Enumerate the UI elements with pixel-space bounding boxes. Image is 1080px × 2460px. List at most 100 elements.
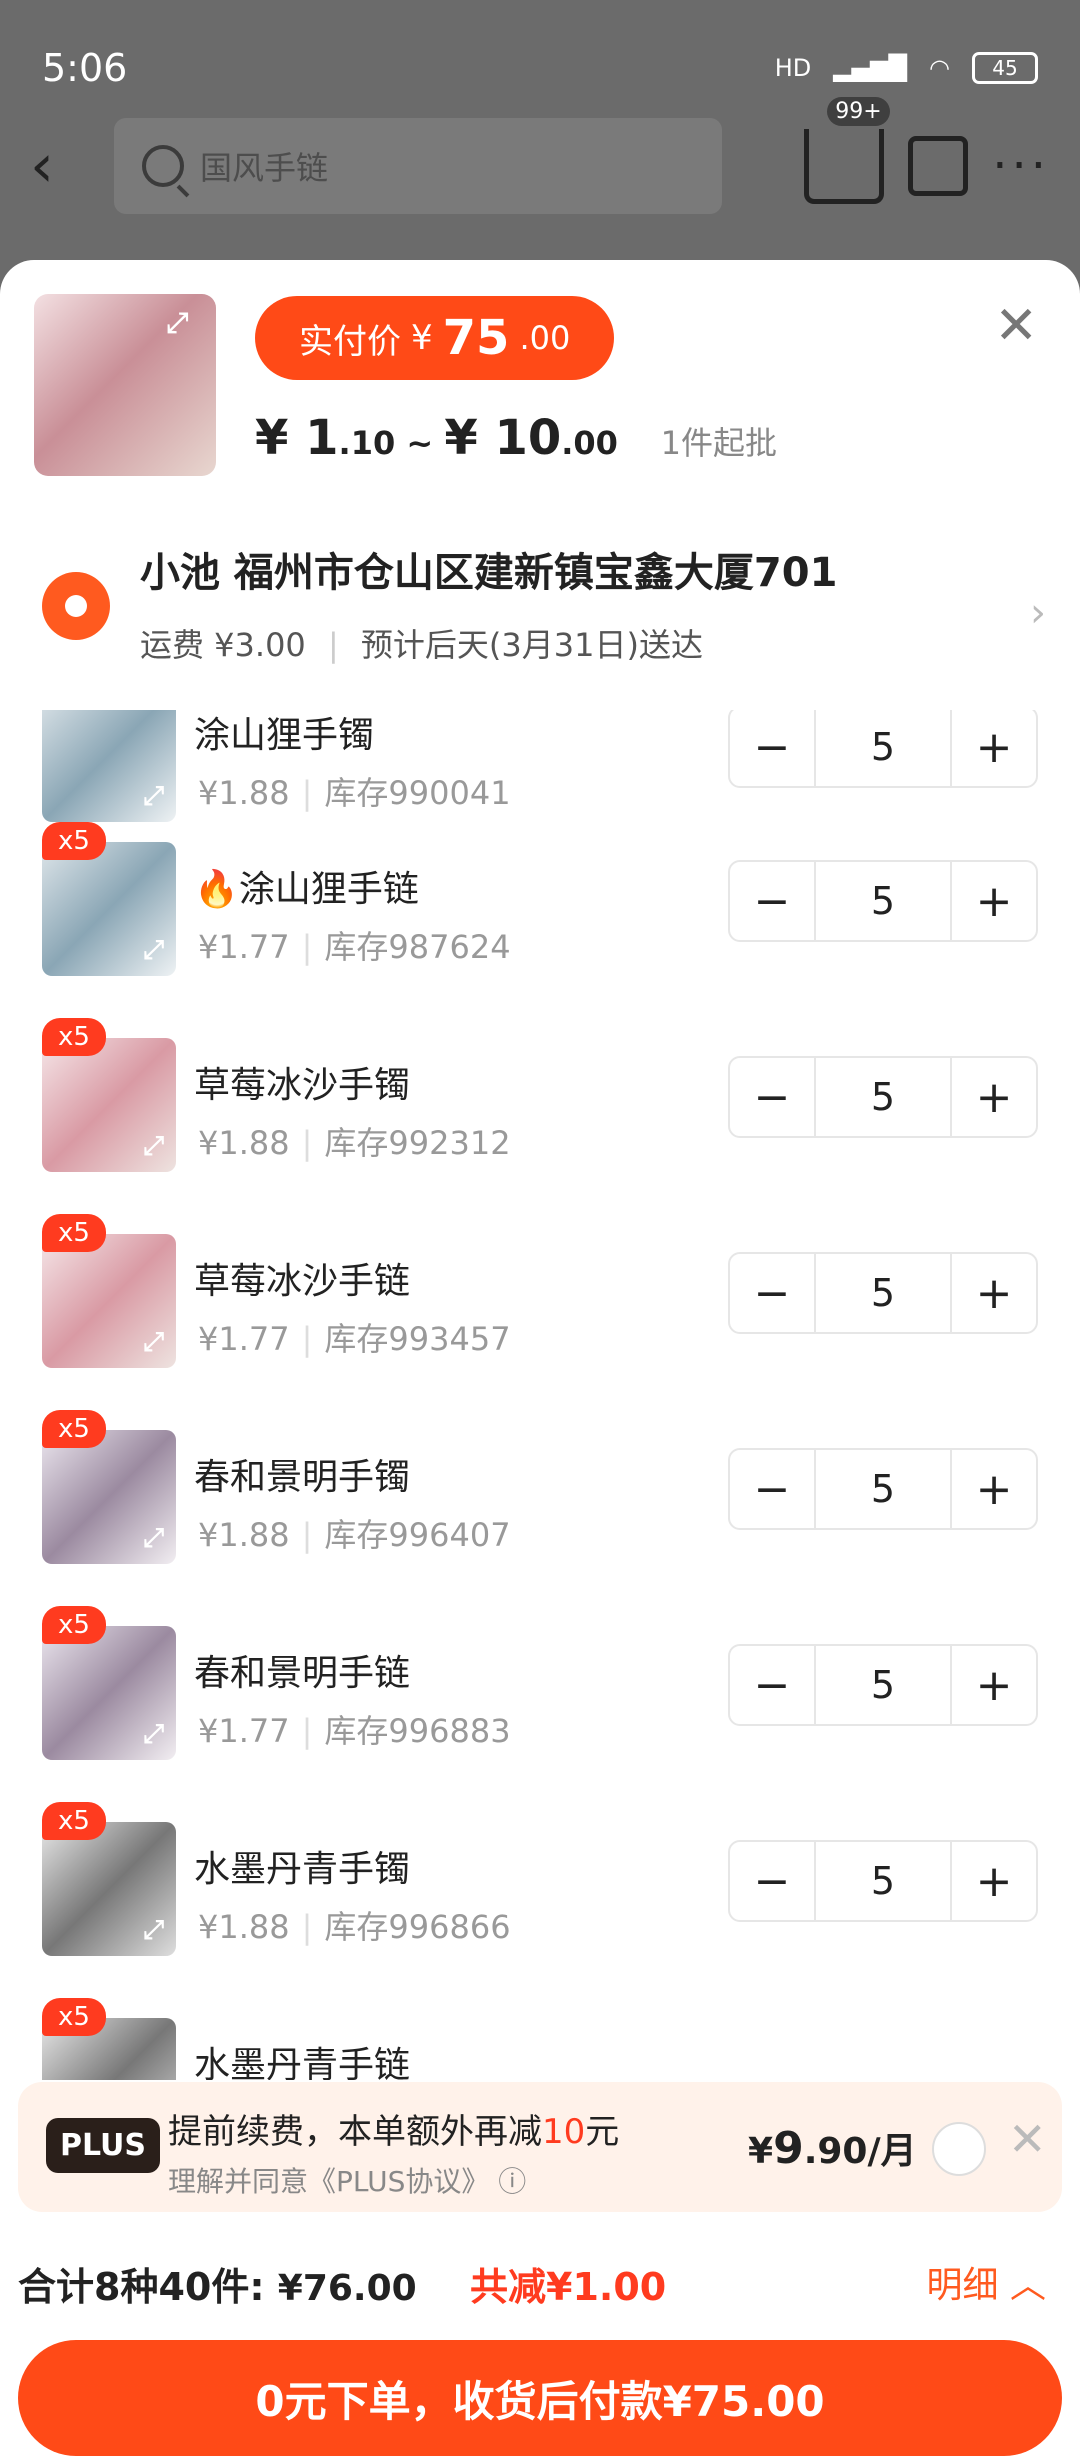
- quantity-badge: x5: [42, 1018, 106, 1056]
- chevron-up-icon[interactable]: ︿: [1010, 2265, 1046, 2306]
- quantity-value[interactable]: 5: [814, 1842, 952, 1920]
- cart-badge: 99+: [827, 96, 890, 126]
- order-summary: 合计8种40件: ¥76.00 共减¥1.00 明细 ︿: [0, 2220, 1080, 2340]
- plus-amount: 10: [542, 2112, 586, 2152]
- decrement-button[interactable]: −: [730, 862, 814, 940]
- quantity-stepper: − 5 +: [728, 860, 1038, 942]
- increment-button[interactable]: +: [952, 1842, 1036, 1920]
- detail-button[interactable]: 明细: [927, 2265, 999, 2306]
- sku-name: 春和景明手镯: [194, 1457, 411, 1498]
- sku-name: 草莓冰沙手链: [194, 1261, 411, 1302]
- sheet-header: ⤢ 实付价 ¥ 75.00 ¥ 1.10 ~ ¥ 10.00 1件起批 ✕: [0, 260, 1080, 510]
- sku-price: ¥1.88: [198, 1516, 290, 1554]
- expand-icon: ⤢: [143, 1131, 164, 1161]
- wifi-icon: ◠: [929, 54, 950, 82]
- cart-icon[interactable]: 99+: [804, 96, 890, 204]
- decrement-button[interactable]: −: [730, 710, 814, 786]
- expand-icon: ⤢: [143, 1523, 164, 1553]
- quantity-stepper: − 5 +: [728, 1644, 1038, 1726]
- decrement-button[interactable]: −: [730, 1646, 814, 1724]
- increment-button[interactable]: +: [952, 1058, 1036, 1136]
- more-icon[interactable]: ···: [992, 138, 1050, 194]
- discount-total: 共减¥1.00: [470, 2265, 667, 2309]
- expand-icon[interactable]: ⤢: [166, 306, 202, 342]
- final-price-currency: ¥: [411, 318, 433, 358]
- signal-icon: ▂▄▆█: [833, 54, 908, 82]
- summary-label: 合计8种40件:: [18, 2265, 265, 2309]
- plus-checkbox[interactable]: [932, 2122, 986, 2176]
- decrement-button[interactable]: −: [730, 1058, 814, 1136]
- search-placeholder: 国风手链: [200, 149, 329, 187]
- search-box[interactable]: 国风手链: [114, 118, 722, 214]
- sku-stock: 库存993457: [324, 1320, 511, 1358]
- place-order-button[interactable]: 0元下单，收货后付款¥75.00: [18, 2340, 1062, 2456]
- list-item: ⤢ x5 草莓冰沙手镯 ¥1.88 | 库存992312 − 5 +: [0, 996, 1080, 1192]
- plus-text: 提前续费，本单额外再减: [168, 2112, 542, 2152]
- summary-amount: ¥76.00: [277, 2268, 417, 2309]
- quantity-value[interactable]: 5: [814, 1646, 952, 1724]
- expand-icon: ⤢: [143, 1915, 164, 1945]
- quantity-value[interactable]: 5: [814, 710, 952, 786]
- quantity-badge: x5: [42, 822, 106, 860]
- quantity-stepper: − 5 +: [728, 1252, 1038, 1334]
- sku-thumbnail[interactable]: ⤢: [42, 1430, 176, 1564]
- sku-thumbnail[interactable]: ⤢: [42, 842, 176, 976]
- sku-name: 草莓冰沙手镯: [194, 1065, 411, 1106]
- location-pin-icon: [42, 572, 110, 640]
- list-item: ⤢ x5 水墨丹青手镯 ¥1.88 | 库存996866 − 5 +: [0, 1780, 1080, 1976]
- quantity-stepper: − 5 +: [728, 1840, 1038, 1922]
- list-item: x5 水墨丹青手链: [0, 1976, 1080, 2080]
- quantity-value[interactable]: 5: [814, 1058, 952, 1136]
- chevron-right-icon: ›: [1030, 590, 1046, 636]
- list-item: ⤢ x5 草莓冰沙手链 ¥1.77 | 库存993457 − 5 +: [0, 1192, 1080, 1388]
- close-icon[interactable]: ✕: [1008, 2112, 1047, 2166]
- quantity-badge: x5: [42, 1998, 106, 2036]
- status-bar: 5:06 HD ▂▄▆█ ◠ 45: [42, 38, 1038, 98]
- sku-thumbnail[interactable]: ⤢: [42, 1234, 176, 1368]
- search-icon: [142, 145, 184, 187]
- decrement-button[interactable]: −: [730, 1254, 814, 1332]
- sku-name: 涂山狸手镯: [194, 715, 375, 756]
- help-icon[interactable]: ⓘ: [498, 2165, 526, 2198]
- product-thumbnail[interactable]: ⤢: [34, 294, 216, 476]
- increment-button[interactable]: +: [952, 1646, 1036, 1724]
- quantity-badge: x5: [42, 1410, 106, 1448]
- decrement-button[interactable]: −: [730, 1842, 814, 1920]
- sku-name: 水墨丹青手镯: [194, 1849, 411, 1890]
- final-price-pill: 实付价 ¥ 75.00: [255, 296, 615, 380]
- order-bottom-sheet: ⤢ 实付价 ¥ 75.00 ¥ 1.10 ~ ¥ 10.00 1件起批 ✕ 小池…: [0, 260, 1080, 2460]
- sku-stock: 库存996883: [324, 1712, 511, 1750]
- quantity-value[interactable]: 5: [814, 1254, 952, 1332]
- price-range: ¥ 1.10 ~ ¥ 10.00 1件起批: [255, 410, 778, 466]
- back-arrow-icon[interactable]: ‹: [30, 136, 90, 196]
- increment-button[interactable]: +: [952, 710, 1036, 786]
- expand-icon: ⤢: [143, 1327, 164, 1357]
- quantity-value[interactable]: 5: [814, 1450, 952, 1528]
- close-icon[interactable]: ✕: [994, 296, 1038, 356]
- address-section[interactable]: 小池 福州市仓山区建新镇宝鑫大厦701 运费 ¥3.00 | 预计后天(3月31…: [0, 510, 1080, 710]
- final-price-int: 75: [442, 310, 510, 366]
- quantity-stepper: − 5 +: [728, 1448, 1038, 1530]
- plus-agreement-link[interactable]: 理解并同意《PLUS协议》: [168, 2165, 489, 2198]
- shipping-fee: 运费 ¥3.00: [140, 626, 306, 664]
- plus-price: ¥9.90/月: [748, 2123, 917, 2174]
- increment-button[interactable]: +: [952, 1254, 1036, 1332]
- sku-thumbnail[interactable]: ⤢: [42, 1626, 176, 1760]
- sku-stock: 库存996407: [324, 1516, 511, 1554]
- hot-icon: 🔥: [194, 869, 239, 910]
- sku-price: ¥1.77: [198, 928, 290, 966]
- quantity-value[interactable]: 5: [814, 862, 952, 940]
- final-price-label: 实付价: [299, 321, 401, 362]
- sku-thumbnail[interactable]: ⤢: [42, 1038, 176, 1172]
- sku-thumbnail[interactable]: ⤢: [42, 1822, 176, 1956]
- list-item: ⤢ x5 春和景明手链 ¥1.77 | 库存996883 − 5 +: [0, 1584, 1080, 1780]
- quantity-badge: x5: [42, 1606, 106, 1644]
- share-icon[interactable]: [908, 136, 969, 196]
- list-item: ⤢ x5 春和景明手镯 ¥1.88 | 库存996407 − 5 +: [0, 1388, 1080, 1584]
- decrement-button[interactable]: −: [730, 1450, 814, 1528]
- sku-list: ⤢ 涂山狸手镯 ¥1.88 | 库存990041 − 5 + ⤢ x5 🔥涂山狸手链…: [0, 710, 1080, 2080]
- sku-price: ¥1.88: [198, 1908, 290, 1946]
- increment-button[interactable]: +: [952, 1450, 1036, 1528]
- top-navigation: ‹ 国风手链 99+ ···: [30, 96, 1050, 216]
- increment-button[interactable]: +: [952, 862, 1036, 940]
